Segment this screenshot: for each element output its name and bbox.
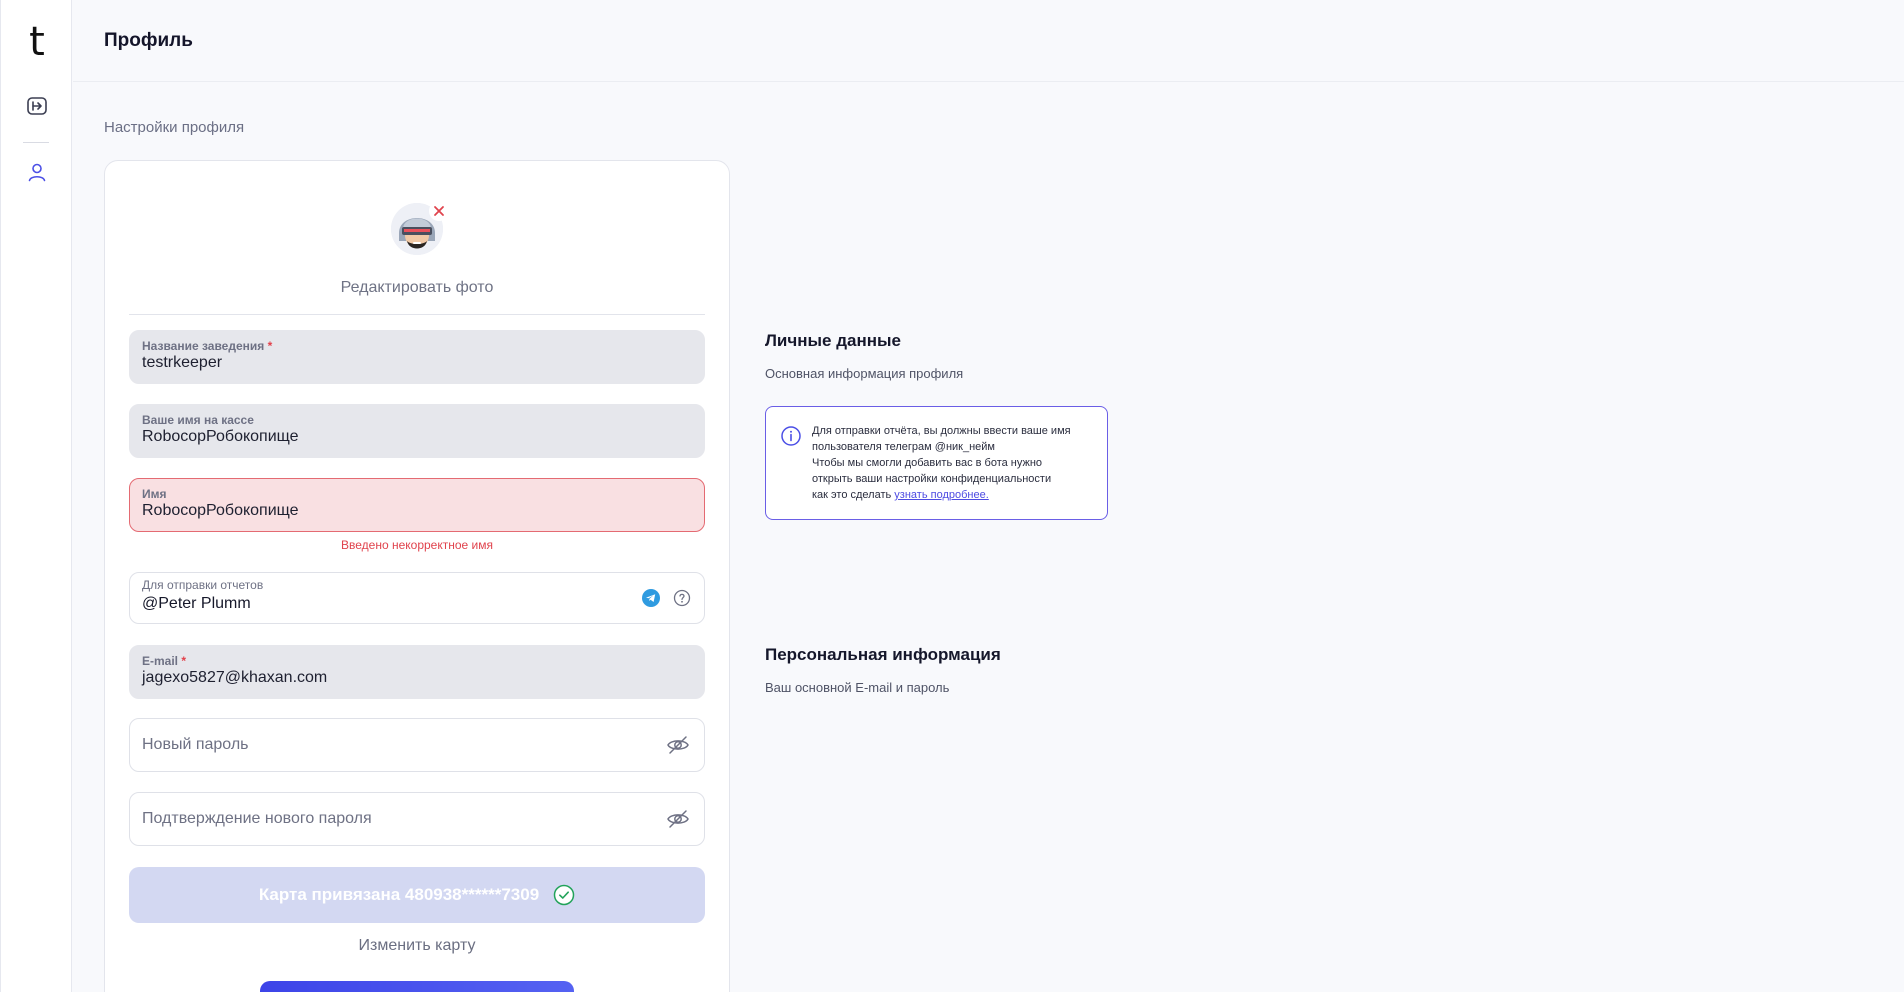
card-divider [129, 314, 705, 315]
sidebar-item-profile[interactable] [23, 158, 51, 186]
telegram-label: Для отправки отчетов [142, 578, 264, 592]
telegram-field[interactable]: Для отправки отчетов @Peter Plumm [129, 572, 705, 624]
info-icon [780, 425, 802, 452]
email-value: jagexo5827@khaxan.com [142, 669, 328, 686]
venue-name-value: testrkeeper [142, 354, 223, 371]
confirm-password-placeholder: Подтверждение нового пароля [142, 810, 372, 827]
notice-line: открыть ваши настройки конфиденциальност… [812, 473, 1052, 485]
cashier-name-value: RobocopРобокопище [142, 428, 299, 445]
required-mark: * [181, 654, 187, 668]
profile-card: Редактировать фото Название заведения * … [104, 160, 730, 992]
personal-info-subtitle: Ваш основной E-mail и пароль [765, 680, 950, 695]
close-icon [434, 206, 444, 216]
new-password-placeholder: Новый пароль [142, 736, 249, 753]
venue-name-field[interactable]: Название заведения * testrkeeper [129, 330, 705, 384]
sidebar: t [0, 0, 72, 992]
venue-name-label-text: Название заведения [142, 339, 265, 353]
save-button[interactable] [260, 981, 574, 992]
page-title: Профиль [104, 30, 193, 51]
app-logo[interactable]: t [1, 20, 73, 64]
venue-name-label: Название заведения * [142, 339, 272, 353]
logout-button[interactable] [23, 92, 51, 120]
telegram-notice: Для отправки отчёта, вы должны ввести ва… [765, 406, 1108, 520]
card-bound-status: Карта привязана 480938******7309 [129, 867, 705, 923]
personal-data-subtitle: Основная информация профиля [765, 366, 964, 381]
notice-text: Для отправки отчёта, вы должны ввести ва… [812, 423, 1097, 503]
cashier-name-field[interactable]: Ваше имя на кассе RobocopРобокопище [129, 404, 705, 458]
avatar-container [391, 201, 449, 255]
personal-data-title: Личные данные [765, 331, 901, 350]
cashier-name-label: Ваше имя на кассе [142, 413, 254, 427]
name-label: Имя [142, 487, 167, 501]
notice-line: Чтобы мы смогли добавить вас в бота нужн… [812, 457, 1043, 469]
email-label-text: E-mail [142, 654, 179, 668]
logout-icon [27, 97, 47, 115]
email-label: E-mail * [142, 654, 186, 668]
required-mark: * [267, 339, 273, 353]
name-error-message: Введено некорректное имя [341, 538, 493, 552]
notice-line: как это сделать узнать подробнее. [812, 487, 1097, 503]
notice-line: пользователя телеграм @ник_нейм [812, 441, 995, 453]
help-icon[interactable] [673, 589, 691, 607]
notice-line: Для отправки отчёта, вы должны ввести ва… [812, 425, 1071, 437]
personal-info-title: Персональная информация [765, 645, 1001, 664]
eye-off-icon[interactable] [666, 807, 690, 831]
header: Профиль [73, 0, 1904, 82]
telegram-icon [642, 589, 660, 607]
confirm-password-field[interactable]: Подтверждение нового пароля [129, 792, 705, 846]
new-password-field[interactable]: Новый пароль [129, 718, 705, 772]
remove-photo-button[interactable] [429, 201, 449, 221]
learn-more-link[interactable]: узнать подробнее. [894, 489, 988, 501]
section-caption: Настройки профиля [104, 119, 245, 136]
telegram-value: @Peter Plumm [142, 595, 251, 612]
notice-line-prefix: как это сделать [812, 489, 895, 501]
user-icon [28, 163, 46, 182]
edit-photo-link[interactable]: Редактировать фото [105, 279, 729, 297]
name-value: RobocopРобокопище [142, 502, 299, 519]
name-field[interactable]: Имя RobocopРобокопище [129, 478, 705, 532]
check-circle-icon [553, 884, 575, 906]
sidebar-divider [23, 142, 49, 143]
eye-off-icon[interactable] [666, 733, 690, 757]
email-field[interactable]: E-mail * jagexo5827@khaxan.com [129, 645, 705, 699]
change-card-link[interactable]: Изменить карту [105, 937, 729, 955]
card-bound-text: Карта привязана 480938******7309 [258, 885, 540, 904]
